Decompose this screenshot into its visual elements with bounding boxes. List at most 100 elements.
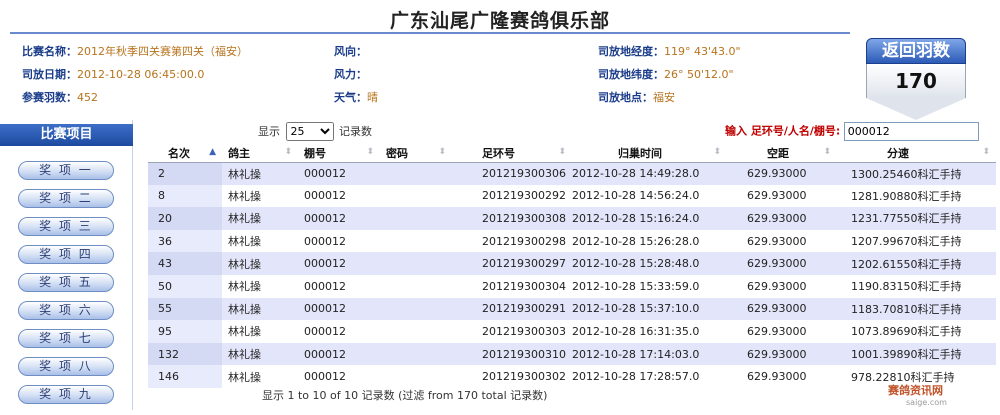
- cell-speed: 1183.70810科汇手持: [837, 297, 996, 321]
- release-place-row: 司放地点：福安: [598, 89, 675, 105]
- sidebar-item-award-6[interactable]: 奖 项 六: [18, 301, 114, 320]
- cell-owner: 林礼操: [222, 229, 298, 253]
- cell-owner: 林礼操: [222, 342, 298, 366]
- cell-loft: 000012: [298, 365, 380, 388]
- cell-ring: 201219300292: [452, 184, 572, 208]
- cell-rank: 95: [148, 320, 222, 343]
- sort-icon: ⬍: [982, 147, 990, 157]
- cell-loft: 000012: [298, 252, 380, 275]
- cell-arrival-time: 2012-10-28 16:31:35.0: [572, 320, 727, 343]
- search-control: 输入 足环号/人名/棚号:: [725, 122, 979, 141]
- sort-icon: ⬍: [438, 147, 446, 157]
- cell-arrival-time: 2012-10-28 15:33:59.0: [572, 274, 727, 298]
- cell-rank: 55: [148, 297, 222, 321]
- table-row[interactable]: 146 林礼操 000012 201219300302 2012-10-28 17:28…: [148, 365, 996, 388]
- table-row[interactable]: 55 林礼操 000012 201219300291 2012-10-28 15:37:…: [148, 297, 996, 321]
- cell-rank: 146: [148, 365, 222, 388]
- cell-arrival-time: 2012-10-28 15:28:48.0: [572, 252, 727, 275]
- col-password[interactable]: 密码 ⬍: [380, 144, 452, 163]
- table-row[interactable]: 8 林礼操 000012 201219300292 2012-10-28 14:56:2…: [148, 184, 996, 208]
- cell-distance: 629.93000: [727, 297, 837, 321]
- table-row[interactable]: 2 林礼操 000012 201219300306 2012-10-28 14:49:2…: [148, 162, 996, 185]
- search-label: 输入 足环号/人名/棚号:: [725, 124, 841, 138]
- cell-owner: 林礼操: [222, 252, 298, 275]
- table-row[interactable]: 132 林礼操 000012 201219300310 2012-10-28 17:14…: [148, 342, 996, 366]
- cell-password: [380, 342, 452, 366]
- back-to-count-button[interactable]: 返回羽数 170: [860, 38, 970, 120]
- back-button-count: 170: [866, 64, 966, 98]
- weather-label: 天气：: [334, 91, 367, 104]
- sidebar-item-award-5[interactable]: 奖 项 五: [18, 273, 114, 292]
- cell-rank: 2: [148, 162, 222, 185]
- col-rank-label: 名次: [168, 146, 190, 160]
- cell-owner: 林礼操: [222, 207, 298, 230]
- sort-icon: ⬍: [366, 147, 374, 157]
- cell-rank: 50: [148, 274, 222, 298]
- cell-rank: 43: [148, 252, 222, 275]
- cell-loft: 000012: [298, 162, 380, 185]
- cell-arrival-time: 2012-10-28 15:16:24.0: [572, 207, 727, 230]
- sidebar-item-award-7[interactable]: 奖 项 七: [18, 329, 114, 348]
- cell-arrival-time: 2012-10-28 17:28:57.0: [572, 365, 727, 388]
- col-loft-label: 棚号: [304, 146, 326, 160]
- col-owner[interactable]: 鸽主 ⬍: [222, 144, 298, 163]
- sort-icon: ⬍: [284, 147, 292, 157]
- sort-icon: ⬍: [713, 147, 721, 157]
- table-row[interactable]: 43 林礼操 000012 201219300297 2012-10-28 15:28:…: [148, 252, 996, 275]
- sidebar-item-award-1[interactable]: 奖 项 一: [18, 161, 114, 180]
- cell-rank: 132: [148, 342, 222, 366]
- table-row[interactable]: 95 林礼操 000012 201219300303 2012-10-28 16:31:…: [148, 320, 996, 343]
- col-distance[interactable]: 空距 ⬍: [727, 144, 837, 163]
- weather-row: 天气：晴: [334, 89, 378, 105]
- cell-ring: 201219300308: [452, 207, 572, 230]
- col-speed[interactable]: 分速 ⬍: [837, 144, 996, 163]
- sidebar-item-award-2[interactable]: 奖 项 二: [18, 189, 114, 208]
- pagination-info: 显示 1 to 10 of 10 记录数 (过滤 from 170 total …: [262, 389, 548, 402]
- cell-ring: 201219300303: [452, 320, 572, 343]
- col-ring-label: 足环号: [482, 146, 515, 160]
- latitude-row: 司放地纬度：26° 50'12.0": [598, 66, 734, 82]
- weather-value: 晴: [367, 91, 378, 104]
- cell-password: [380, 365, 452, 388]
- table-row[interactable]: 50 林礼操 000012 201219300304 2012-10-28 15:33:…: [148, 274, 996, 298]
- cell-speed: 1300.25460科汇手持: [837, 162, 996, 185]
- col-loft[interactable]: 棚号 ⬍: [298, 144, 380, 163]
- longitude-row: 司放地经度：119° 43'43.0": [598, 43, 741, 59]
- col-rank[interactable]: 名次 ▲: [148, 144, 222, 163]
- cell-owner: 林礼操: [222, 162, 298, 185]
- col-owner-label: 鸽主: [228, 146, 250, 160]
- col-arrival-time[interactable]: 归巢时间 ⬍: [572, 144, 727, 163]
- table-row[interactable]: 20 林礼操 000012 201219300308 2012-10-28 15:16:…: [148, 207, 996, 230]
- cell-distance: 629.93000: [727, 342, 837, 366]
- sidebar-item-award-4[interactable]: 奖 项 四: [18, 245, 114, 264]
- show-label: 显示: [258, 125, 280, 138]
- wind-force-label: 风力：: [334, 68, 367, 81]
- cell-loft: 000012: [298, 184, 380, 208]
- col-speed-label: 分速: [887, 146, 909, 160]
- sidebar-item-award-3[interactable]: 奖 项 三: [18, 217, 114, 236]
- sidebar-item-award-9[interactable]: 奖 项 九: [18, 385, 114, 404]
- cell-owner: 林礼操: [222, 184, 298, 208]
- cell-distance: 629.93000: [727, 207, 837, 230]
- cell-ring: 201219300297: [452, 252, 572, 275]
- cell-password: [380, 229, 452, 253]
- table-header-row: 名次 ▲ 鸽主 ⬍ 棚号 ⬍ 密码 ⬍ 足环号 ⬍ 归巢时间 ⬍ 空距 ⬍ 分速 ⬍: [148, 144, 996, 163]
- search-input[interactable]: [843, 122, 979, 141]
- cell-distance: 629.93000: [727, 274, 837, 298]
- cell-password: [380, 184, 452, 208]
- results-table: 名次 ▲ 鸽主 ⬍ 棚号 ⬍ 密码 ⬍ 足环号 ⬍ 归巢时间 ⬍ 空距 ⬍ 分速 ⬍ 2 林礼操 0…: [148, 144, 996, 388]
- col-distance-label: 空距: [767, 146, 789, 160]
- latitude-label: 司放地纬度：: [598, 68, 664, 81]
- cell-password: [380, 297, 452, 321]
- wind-dir-row: 风向：: [334, 43, 367, 59]
- cell-owner: 林礼操: [222, 297, 298, 321]
- sidebar-title: 比赛项目: [0, 124, 133, 146]
- col-ring[interactable]: 足环号 ⬍: [452, 144, 572, 163]
- cell-speed: 1202.61550科汇手持: [837, 252, 996, 275]
- page-size-select[interactable]: 102550100: [285, 122, 334, 141]
- page-size-control: 显示 102550100 记录数: [258, 122, 372, 141]
- race-name-row: 比赛名称：2012年秋季四关赛第四关（福安）: [22, 43, 248, 59]
- table-row[interactable]: 36 林礼操 000012 201219300298 2012-10-28 15:26:…: [148, 229, 996, 253]
- sidebar-item-award-8[interactable]: 奖 项 八: [18, 357, 114, 376]
- cell-distance: 629.93000: [727, 365, 837, 388]
